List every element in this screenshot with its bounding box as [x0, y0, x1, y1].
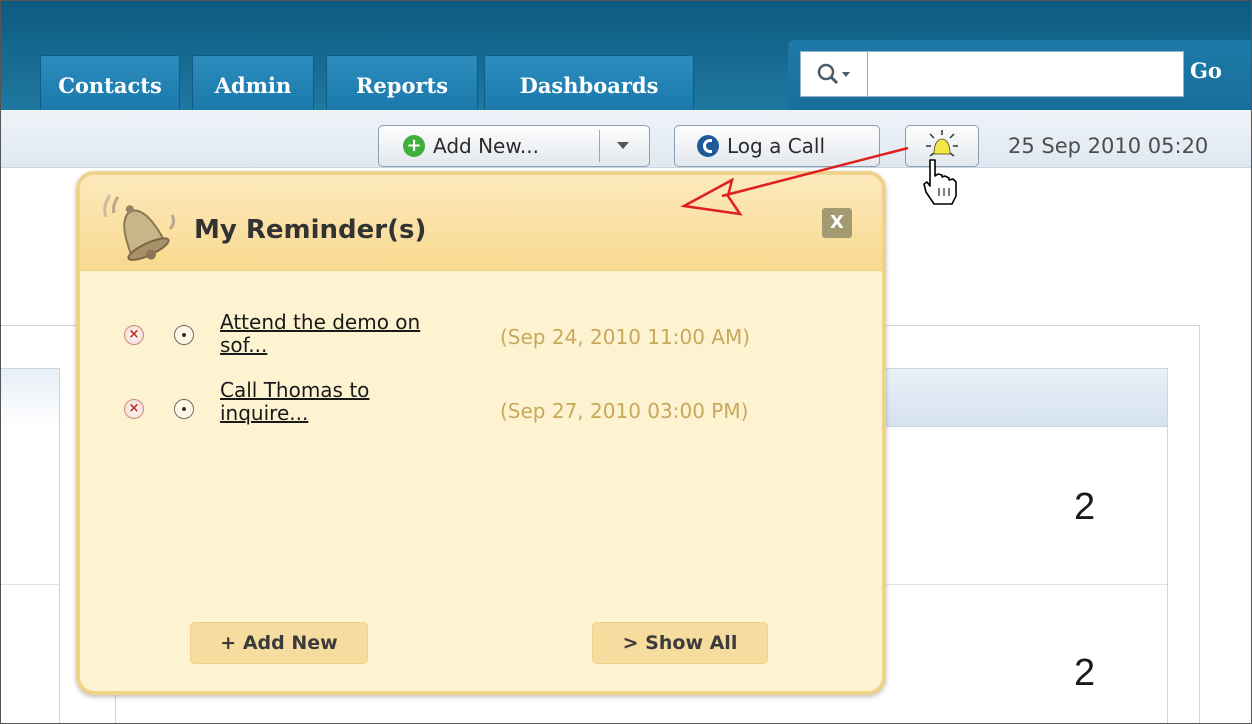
- row-count: 2: [1074, 486, 1096, 528]
- log-call-button[interactable]: Log a Call: [674, 125, 880, 167]
- reminder-link[interactable]: Call Thomas to inquire...: [220, 379, 490, 425]
- log-call-label: Log a Call: [727, 134, 826, 158]
- close-button[interactable]: X: [822, 208, 852, 238]
- reminder-item: × Attend the demo on sof... (Sep 24, 201…: [80, 307, 882, 367]
- add-new-button[interactable]: + Add New...: [378, 125, 650, 167]
- reminder-title-line: Attend the demo on: [220, 310, 421, 334]
- tab-dashboards[interactable]: Dashboards: [484, 55, 694, 110]
- row-divider: [0, 584, 60, 585]
- divider: [599, 130, 600, 162]
- reminder-title-line: Call Thomas to: [220, 378, 370, 402]
- tab-reports[interactable]: Reports: [326, 55, 478, 110]
- reminder-link[interactable]: Attend the demo on sof...: [220, 311, 490, 357]
- add-new-reminder-button[interactable]: + Add New: [190, 622, 368, 664]
- tab-admin[interactable]: Admin: [192, 55, 314, 110]
- go-button[interactable]: Go: [1190, 58, 1222, 83]
- search-icon: [817, 63, 850, 85]
- delete-reminder-icon[interactable]: ×: [124, 325, 144, 345]
- side-panel: [0, 368, 60, 724]
- reminder-title-line: sof...: [220, 333, 268, 357]
- search-input[interactable]: [868, 51, 1184, 97]
- phone-icon: [697, 135, 719, 157]
- chevron-down-icon[interactable]: [617, 142, 629, 149]
- reminders-button[interactable]: [905, 125, 979, 167]
- delete-reminder-icon[interactable]: ×: [124, 399, 144, 419]
- current-datetime: 25 Sep 2010 05:20: [1008, 134, 1209, 158]
- bell-icon: [103, 194, 176, 261]
- reminder-item: × Call Thomas to inquire... (Sep 27, 201…: [80, 375, 882, 435]
- popup-title: My Reminder(s): [194, 215, 427, 245]
- reminder-title-line: inquire...: [220, 401, 309, 425]
- reminder-datetime: (Sep 24, 2010 11:00 AM): [500, 325, 751, 349]
- reminders-popup: My Reminder(s) X × Attend the demo on so…: [76, 171, 886, 695]
- show-all-button[interactable]: > Show All: [592, 622, 768, 664]
- snooze-reminder-icon[interactable]: [174, 399, 194, 419]
- plus-circle-icon: +: [403, 135, 425, 157]
- bell-alert-icon: [926, 130, 958, 157]
- row-count: 2: [1074, 652, 1096, 694]
- search-options-button[interactable]: [800, 51, 868, 97]
- snooze-reminder-icon[interactable]: [174, 325, 194, 345]
- tab-contacts[interactable]: Contacts: [40, 55, 180, 110]
- add-new-label: Add New...: [433, 134, 539, 158]
- reminder-datetime: (Sep 27, 2010 03:00 PM): [500, 399, 749, 423]
